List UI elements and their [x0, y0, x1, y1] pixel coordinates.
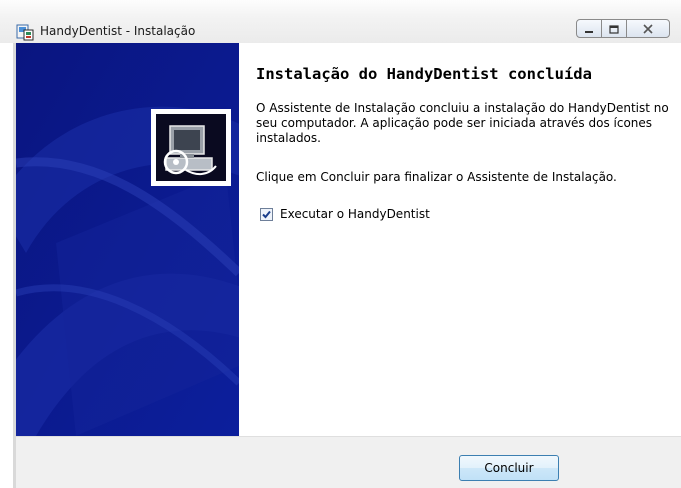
close-icon: [643, 19, 653, 38]
computer-disk-icon: [156, 114, 226, 181]
banner-logo-frame: [151, 109, 231, 186]
finish-button[interactable]: Concluir: [459, 455, 559, 481]
page-title: Instalação do HandyDentist concluída: [256, 65, 592, 83]
installer-window: HandyDentist - Instalação Instalação do …: [0, 0, 681, 488]
run-app-option[interactable]: Executar o HandyDentist: [260, 207, 430, 221]
minimize-icon: [584, 19, 594, 38]
wizard-footer: Concluir: [16, 436, 681, 488]
close-button[interactable]: [626, 19, 670, 38]
checkmark-icon: [261, 205, 272, 224]
wizard-content: Instalação do HandyDentist concluída O A…: [239, 43, 681, 436]
minimize-button[interactable]: [576, 19, 602, 38]
maximize-icon: [609, 19, 619, 38]
run-app-label[interactable]: Executar o HandyDentist: [280, 207, 430, 221]
finish-instructions: Clique em Concluir para finalizar o Assi…: [256, 170, 617, 184]
run-app-checkbox[interactable]: [260, 205, 273, 224]
wizard-banner: [16, 43, 239, 436]
installer-icon: [16, 23, 34, 41]
maximize-button[interactable]: [601, 19, 627, 38]
caption-buttons: [576, 19, 670, 40]
title-bar[interactable]: HandyDentist - Instalação: [0, 0, 681, 43]
banner-artwork: [16, 43, 239, 436]
completion-message: O Assistente de Instalação concluiu a in…: [256, 101, 669, 145]
window-title: HandyDentist - Instalação: [40, 24, 196, 38]
